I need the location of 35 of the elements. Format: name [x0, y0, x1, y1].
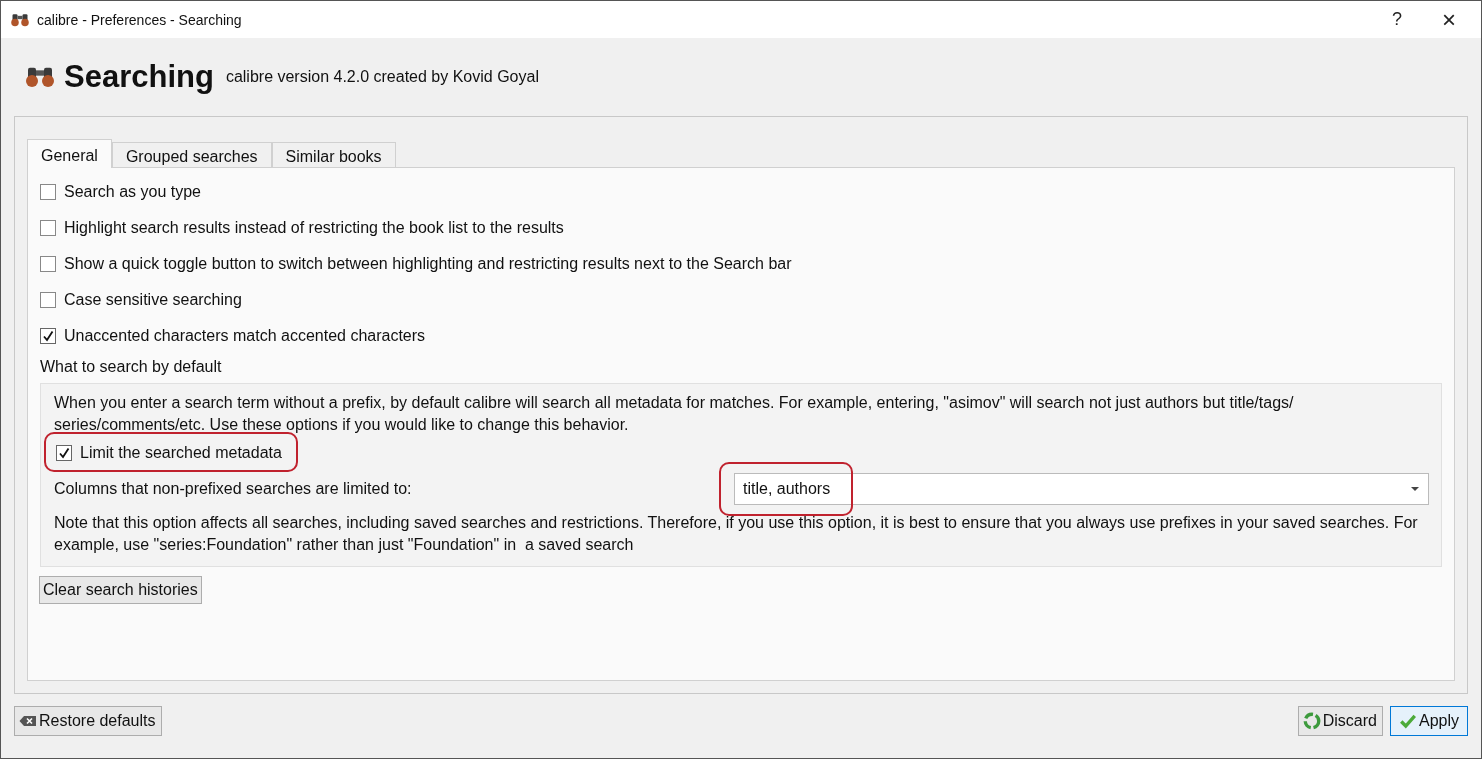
checkbox-label: Unaccented characters match accented characters: [64, 327, 426, 345]
checkmark-icon: [1398, 712, 1417, 730]
clear-histories-button[interactable]: Clear search histories: [39, 576, 202, 604]
description-text: When you enter a search term without a prefix, by default calibre will search all metadata for matches. For example, entering, "asimov" will search not just authors but title/tags/ series/comments/etc. Use these options if you would like to change this behavior.: [54, 393, 1295, 435]
caret-icon: [1410, 486, 1420, 492]
discard-button[interactable]: Discard: [1297, 706, 1383, 736]
checkbox-label: Limit the searched metadata: [80, 444, 282, 462]
apply-button[interactable]: Apply: [1389, 706, 1468, 736]
version-text: calibre version 4.2.0 created by Kovid Goyal: [225, 68, 539, 86]
binoculars-icon: [10, 12, 30, 27]
checkbox[interactable]: [40, 328, 56, 344]
checkbox-label: Search as you type: [64, 183, 201, 201]
note-text: Note that this option affects all searches, including saved searches and restrictions. Therefore, if you use this option, it is best to ensure that you always use prefixes in your saved searches. For example, use "series:Foundation" rather than just "Foundation" in a saved search: [54, 513, 1419, 555]
page-title: Searching: [64, 59, 214, 95]
columns-dropdown[interactable]: title, authors: [734, 473, 1429, 505]
checkbox[interactable]: [40, 292, 56, 308]
section-heading: What to search by default: [40, 357, 223, 377]
close-button[interactable]: ×: [1423, 1, 1475, 38]
checkbox-label: Show a quick toggle button to switch between highlighting and restricting results next to the Search bar: [64, 255, 792, 273]
checkbox[interactable]: [40, 256, 56, 272]
backspace-icon: [19, 715, 37, 727]
binoculars-icon: [24, 66, 56, 88]
help-button[interactable]: ?: [1371, 1, 1423, 38]
window-title: calibre - Preferences - Searching: [37, 11, 242, 28]
checkbox[interactable]: [56, 445, 72, 461]
checkbox-label: Highlight search results instead of restricting the book list to the results: [64, 219, 564, 237]
checkbox[interactable]: [40, 220, 56, 236]
recycle-icon: [1302, 712, 1321, 730]
tab[interactable]: Similar books: [271, 142, 396, 167]
checkbox[interactable]: [40, 184, 56, 200]
checkbox-label: Case sensitive searching: [64, 291, 242, 309]
field-label: Columns that non-prefixed searches are limited to:: [54, 480, 413, 498]
tab[interactable]: Grouped searches: [111, 142, 272, 167]
tab[interactable]: General: [27, 139, 112, 168]
restore-defaults-button[interactable]: Restore defaults: [14, 706, 162, 736]
